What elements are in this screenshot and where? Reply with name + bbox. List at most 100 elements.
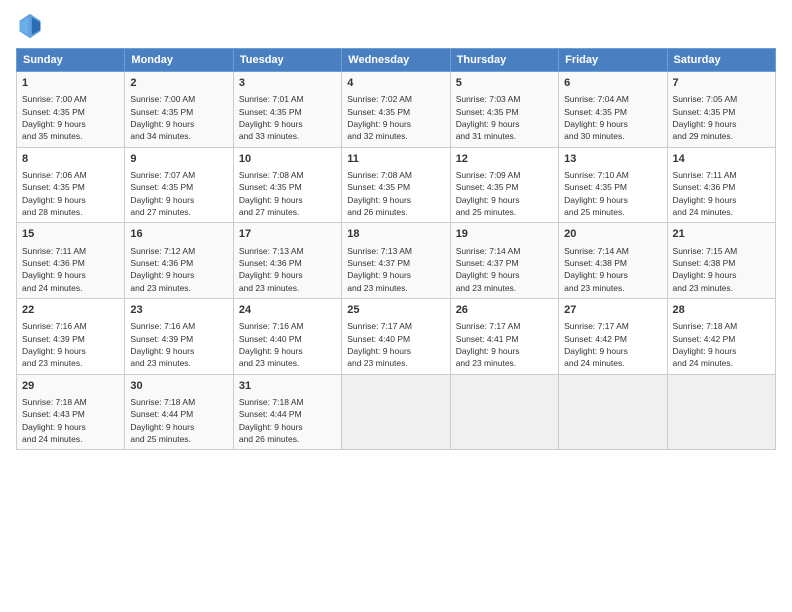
day-number: 20 [564, 227, 661, 242]
calendar-cell [667, 374, 775, 450]
day-number: 22 [22, 303, 119, 318]
day-number: 10 [239, 152, 336, 167]
calendar-cell [559, 374, 667, 450]
calendar-week-row: 1 Sunrise: 7:00 AMSunset: 4:35 PMDaylight… [17, 72, 776, 148]
day-info: Sunrise: 7:16 AMSunset: 4:39 PMDaylight:… [130, 320, 227, 369]
calendar-cell: 8 Sunrise: 7:06 AMSunset: 4:35 PMDaylight… [17, 147, 125, 223]
calendar-cell: 7 Sunrise: 7:05 AMSunset: 4:35 PMDaylight… [667, 72, 775, 148]
day-number: 3 [239, 76, 336, 91]
day-number: 25 [347, 303, 444, 318]
calendar-cell: 14 Sunrise: 7:11 AMSunset: 4:36 PMDayligh… [667, 147, 775, 223]
calendar-cell: 27 Sunrise: 7:17 AMSunset: 4:42 PMDayligh… [559, 298, 667, 374]
day-number: 31 [239, 379, 336, 394]
calendar-cell: 12Sunrise: 7:09 AMSunset: 4:35 PMDayligh… [450, 147, 558, 223]
day-info: Sunrise: 7:13 AMSunset: 4:37 PMDaylight:… [347, 245, 444, 294]
day-number: 7 [673, 76, 770, 91]
day-info: Sunrise: 7:06 AMSunset: 4:35 PMDaylight:… [22, 169, 119, 218]
calendar-cell: 13 Sunrise: 7:10 AMSunset: 4:35 PMDayligh… [559, 147, 667, 223]
calendar-cell: 4 Sunrise: 7:02 AMSunset: 4:35 PMDaylight… [342, 72, 450, 148]
calendar-cell: 21 Sunrise: 7:15 AMSunset: 4:38 PMDayligh… [667, 223, 775, 299]
day-info: Sunrise: 7:12 AMSunset: 4:36 PMDaylight:… [130, 245, 227, 294]
calendar-day-header: Tuesday [233, 49, 341, 72]
day-info: Sunrise: 7:18 AMSunset: 4:44 PMDaylight:… [239, 396, 336, 445]
day-info: Sunrise: 7:17 AMSunset: 4:41 PMDaylight:… [456, 320, 553, 369]
day-number: 29 [22, 379, 119, 394]
day-info: Sunrise: 7:09 AMSunset: 4:35 PMDaylight:… [456, 169, 553, 218]
calendar-cell: 29 Sunrise: 7:18 AMSunset: 4:43 PMDayligh… [17, 374, 125, 450]
day-info: Sunrise: 7:18 AMSunset: 4:42 PMDaylight:… [673, 320, 770, 369]
day-info: Sunrise: 7:07 AMSunset: 4:35 PMDaylight:… [130, 169, 227, 218]
calendar-cell: 31 Sunrise: 7:18 AMSunset: 4:44 PMDayligh… [233, 374, 341, 450]
calendar-day-header: Saturday [667, 49, 775, 72]
day-number: 11 [347, 152, 444, 167]
calendar-cell: 18 Sunrise: 7:13 AMSunset: 4:37 PMDayligh… [342, 223, 450, 299]
calendar-cell: 23 Sunrise: 7:16 AMSunset: 4:39 PMDayligh… [125, 298, 233, 374]
calendar-cell: 25 Sunrise: 7:17 AMSunset: 4:40 PMDayligh… [342, 298, 450, 374]
day-number: 19 [456, 227, 553, 242]
day-info: Sunrise: 7:11 AMSunset: 4:36 PMDaylight:… [22, 245, 119, 294]
calendar-week-row: 29 Sunrise: 7:18 AMSunset: 4:43 PMDayligh… [17, 374, 776, 450]
logo-icon [16, 12, 44, 40]
calendar-cell: 17Sunrise: 7:13 AMSunset: 4:36 PMDayligh… [233, 223, 341, 299]
calendar-cell: 5Sunrise: 7:03 AMSunset: 4:35 PMDaylight… [450, 72, 558, 148]
calendar-day-header: Wednesday [342, 49, 450, 72]
calendar-day-header: Friday [559, 49, 667, 72]
calendar-cell: 3 Sunrise: 7:01 AMSunset: 4:35 PMDaylight… [233, 72, 341, 148]
calendar-cell: 15 Sunrise: 7:11 AMSunset: 4:36 PMDayligh… [17, 223, 125, 299]
day-info: Sunrise: 7:11 AMSunset: 4:36 PMDaylight:… [673, 169, 770, 218]
day-info: Sunrise: 7:14 AMSunset: 4:37 PMDaylight:… [456, 245, 553, 294]
day-number: 5 [456, 76, 553, 91]
day-info: Sunrise: 7:04 AMSunset: 4:35 PMDaylight:… [564, 93, 661, 142]
day-info: Sunrise: 7:00 AMSunset: 4:35 PMDaylight:… [130, 93, 227, 142]
day-number: 26 [456, 303, 553, 318]
day-number: 23 [130, 303, 227, 318]
calendar-day-header: Monday [125, 49, 233, 72]
day-number: 13 [564, 152, 661, 167]
day-number: 8 [22, 152, 119, 167]
day-info: Sunrise: 7:18 AMSunset: 4:43 PMDaylight:… [22, 396, 119, 445]
calendar-cell [450, 374, 558, 450]
day-info: Sunrise: 7:08 AMSunset: 4:35 PMDaylight:… [347, 169, 444, 218]
calendar-cell: 19 Sunrise: 7:14 AMSunset: 4:37 PMDayligh… [450, 223, 558, 299]
calendar-cell: 22 Sunrise: 7:16 AMSunset: 4:39 PMDayligh… [17, 298, 125, 374]
calendar-day-header: Sunday [17, 49, 125, 72]
calendar-header-row: SundayMondayTuesdayWednesdayThursdayFrid… [17, 49, 776, 72]
calendar-cell: 2Sunrise: 7:00 AMSunset: 4:35 PMDaylight… [125, 72, 233, 148]
calendar-cell: 20Sunrise: 7:14 AMSunset: 4:38 PMDayligh… [559, 223, 667, 299]
day-info: Sunrise: 7:05 AMSunset: 4:35 PMDaylight:… [673, 93, 770, 142]
logo [16, 12, 48, 40]
calendar-week-row: 15 Sunrise: 7:11 AMSunset: 4:36 PMDayligh… [17, 223, 776, 299]
day-number: 6 [564, 76, 661, 91]
calendar-cell: 6 Sunrise: 7:04 AMSunset: 4:35 PMDaylight… [559, 72, 667, 148]
day-info: Sunrise: 7:10 AMSunset: 4:35 PMDaylight:… [564, 169, 661, 218]
day-number: 24 [239, 303, 336, 318]
calendar-cell: 24 Sunrise: 7:16 AMSunset: 4:40 PMDayligh… [233, 298, 341, 374]
day-number: 21 [673, 227, 770, 242]
day-info: Sunrise: 7:18 AMSunset: 4:44 PMDaylight:… [130, 396, 227, 445]
calendar-cell: 10 Sunrise: 7:08 AMSunset: 4:35 PMDayligh… [233, 147, 341, 223]
day-number: 28 [673, 303, 770, 318]
day-info: Sunrise: 7:16 AMSunset: 4:39 PMDaylight:… [22, 320, 119, 369]
day-number: 16 [130, 227, 227, 242]
day-number: 15 [22, 227, 119, 242]
day-info: Sunrise: 7:15 AMSunset: 4:38 PMDaylight:… [673, 245, 770, 294]
day-info: Sunrise: 7:16 AMSunset: 4:40 PMDaylight:… [239, 320, 336, 369]
day-info: Sunrise: 7:17 AMSunset: 4:40 PMDaylight:… [347, 320, 444, 369]
calendar-day-header: Thursday [450, 49, 558, 72]
day-number: 1 [22, 76, 119, 91]
day-info: Sunrise: 7:08 AMSunset: 4:35 PMDaylight:… [239, 169, 336, 218]
day-info: Sunrise: 7:17 AMSunset: 4:42 PMDaylight:… [564, 320, 661, 369]
day-number: 27 [564, 303, 661, 318]
day-info: Sunrise: 7:02 AMSunset: 4:35 PMDaylight:… [347, 93, 444, 142]
day-number: 18 [347, 227, 444, 242]
day-number: 14 [673, 152, 770, 167]
day-info: Sunrise: 7:01 AMSunset: 4:35 PMDaylight:… [239, 93, 336, 142]
calendar-table: SundayMondayTuesdayWednesdayThursdayFrid… [16, 48, 776, 450]
calendar-cell: 28 Sunrise: 7:18 AMSunset: 4:42 PMDayligh… [667, 298, 775, 374]
day-number: 4 [347, 76, 444, 91]
calendar-cell: 1Sunrise: 7:00 AMSunset: 4:35 PMDaylight… [17, 72, 125, 148]
header [16, 12, 776, 40]
day-number: 9 [130, 152, 227, 167]
page: SundayMondayTuesdayWednesdayThursdayFrid… [0, 0, 792, 612]
day-number: 30 [130, 379, 227, 394]
